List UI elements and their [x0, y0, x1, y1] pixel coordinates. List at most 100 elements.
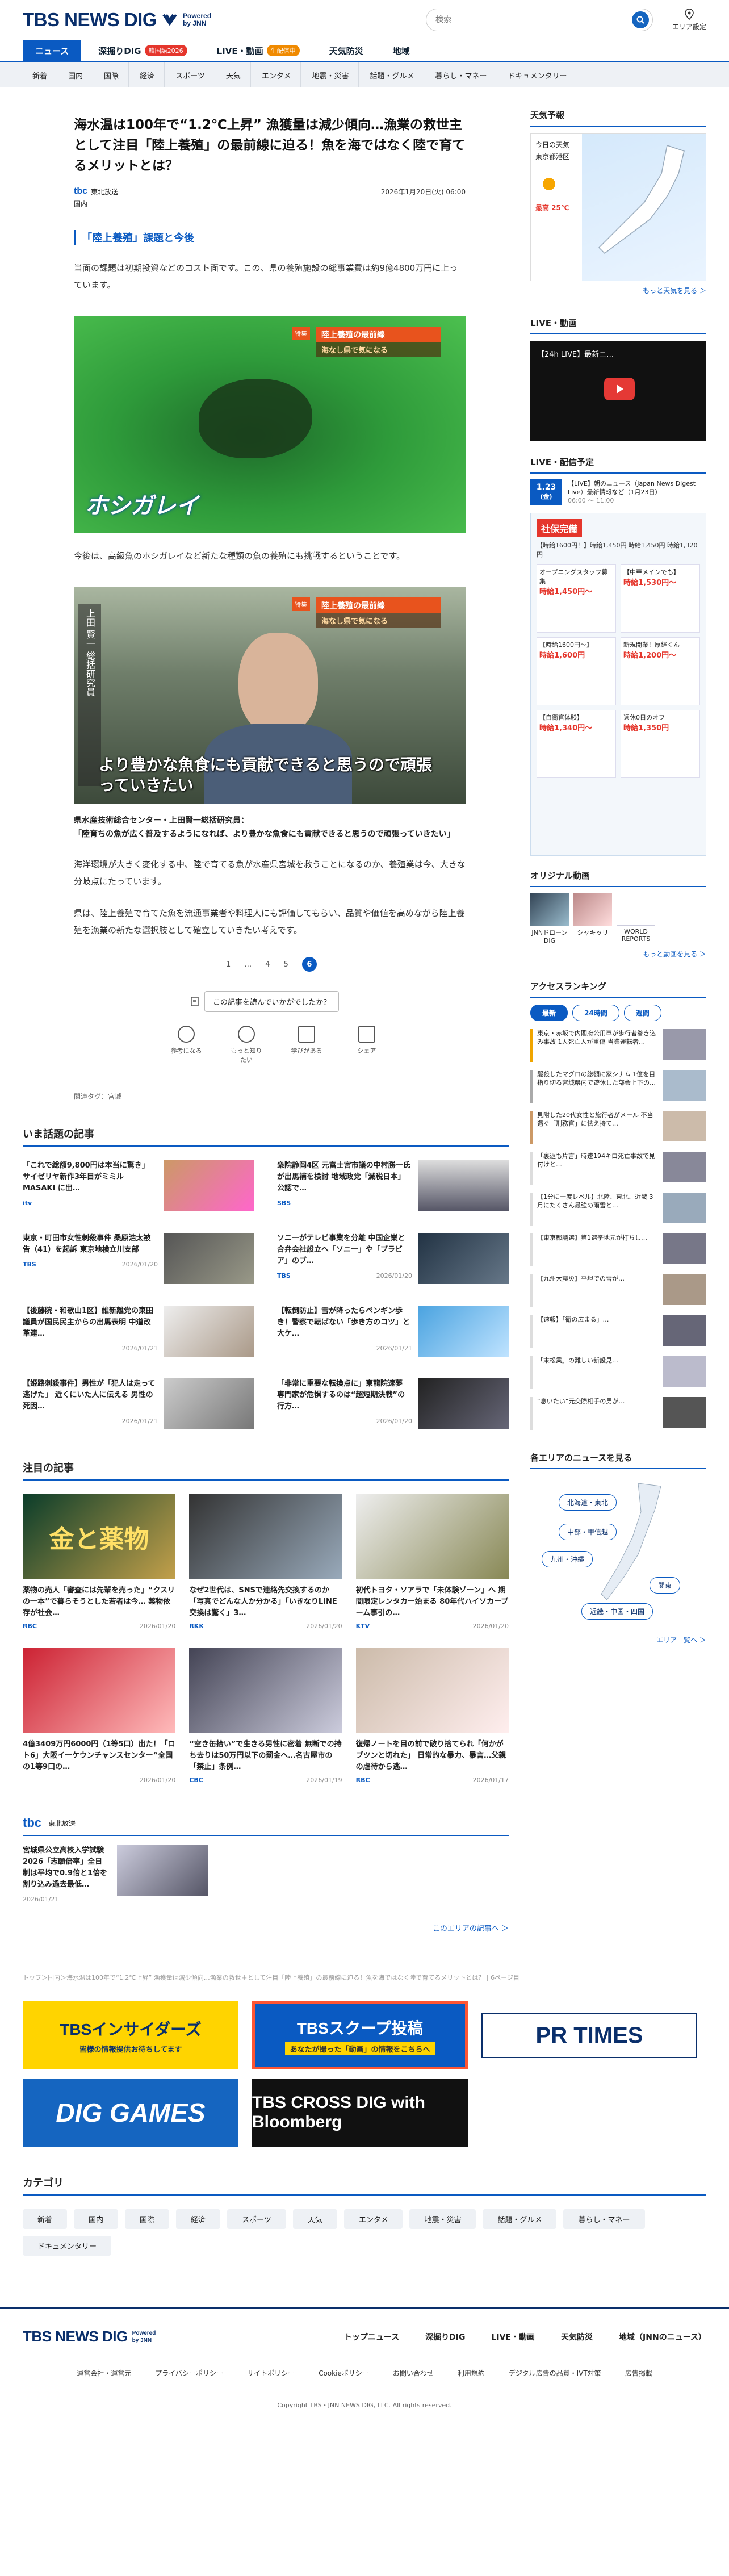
area-setting-button[interactable]: エリア設定 [672, 9, 706, 31]
tab-area[interactable]: 地域 [380, 40, 422, 61]
live-video-player[interactable]: 【24h LIVE】最新ニ… [530, 341, 706, 441]
tab-dig[interactable]: 深掘りDIG 韓国語2026 [86, 40, 199, 61]
original-video-more-link[interactable]: もっと動画を見る ＞ [530, 949, 706, 959]
category-chip[interactable]: 経済 [176, 2209, 221, 2229]
ranking-tab-latest[interactable]: 最新 [530, 1005, 568, 1021]
page-link[interactable]: 5 [284, 960, 288, 969]
feedback-learn-button[interactable]: 学びがある [290, 1026, 324, 1064]
category-chip[interactable]: エンタメ [343, 2209, 403, 2229]
category-chip[interactable]: 地震・災害 [409, 2209, 476, 2229]
ranking-item[interactable]: 【1分に一度レベル】北陸、東北、近畿 3月にたくさん最強の雨雪と… [530, 1193, 706, 1226]
category-chip[interactable]: 暮らし・マネー [563, 2209, 645, 2229]
search-input[interactable] [435, 15, 632, 24]
page-current[interactable]: 6 [301, 957, 317, 972]
live-schedule-item[interactable]: 1.23 (金) 【LIVE】朝のニュース（Japan News Digest L… [530, 479, 706, 505]
ad-cell[interactable]: 【中華メインでも】 時給1,530円～ [621, 564, 700, 633]
area-button-chubu[interactable]: 中部・甲信越 [559, 1524, 617, 1540]
ranking-item[interactable]: 【速報】「衛の広まる」… [530, 1315, 706, 1348]
ad-cell[interactable]: 新規開業！厚経くん 時給1,200円～ [621, 637, 700, 705]
ranking-item[interactable]: 【九州大震災】平坦での雪が… [530, 1274, 706, 1307]
category-link[interactable]: 話題・グルメ [360, 62, 425, 87]
footer-link[interactable]: デジタル広告の品質・IVT対策 [509, 2368, 601, 2378]
local-news-card[interactable]: 宮城県公立高校入学試験2026「志願倍率」全日制は平均で0.9倍と1倍を割り込み… [23, 1845, 509, 1905]
category-chip[interactable]: スポーツ [227, 2209, 286, 2229]
ranking-item[interactable]: 「裏返も片言」時速194キロ死亡事故で見付けと… [530, 1152, 706, 1185]
share-button[interactable]: シェア [350, 1026, 384, 1064]
footer-nav-link[interactable]: トップニュース [344, 2331, 399, 2343]
category-chip[interactable]: 国際 [125, 2209, 170, 2229]
ranking-item[interactable]: 「末松業」の難しい新設見… [530, 1356, 706, 1389]
ad-cell[interactable]: 週休0日のオフ 時給1,350円 [621, 710, 700, 778]
original-video-item[interactable]: JNNドローンDIG [530, 893, 569, 944]
category-link[interactable]: 国際 [94, 62, 129, 87]
featured-card[interactable]: 復帰ノートを目の前で破り捨てられ「何かがプツンと切れた」 日常的な暴力、暴言…父… [355, 1648, 509, 1784]
ranking-item[interactable]: 東京・赤坂で内閣府公用車が歩行者巻き込み事故 1人死亡人が重傷 当業運転者… [530, 1029, 706, 1062]
ad-cell[interactable]: オープニングスタッフ募集 時給1,450円～ [537, 564, 616, 633]
category-chip[interactable]: 天気 [292, 2209, 337, 2229]
news-card[interactable]: 衆院静岡4区 元富士宮市議の中村勝一氏が出馬補を検討 地域政党「減税日本」公認で… [277, 1160, 509, 1217]
footer-link[interactable]: サイトポリシー [247, 2368, 295, 2378]
area-button-hokkaido-tohoku[interactable]: 北海道・東北 [559, 1494, 617, 1511]
page-link[interactable]: 4 [265, 960, 270, 969]
play-icon[interactable] [604, 378, 635, 400]
news-card[interactable]: 【姫路刺殺事件】男性が「犯人は走って逃げた」 近くにいた人に伝える 男性の死因…… [23, 1378, 254, 1435]
tab-news[interactable]: ニュース [23, 40, 82, 61]
ranking-item[interactable]: 見附した20代女性と旅行者がメール 不当遇ぐ「刑務官」に怯え持て… [530, 1111, 706, 1144]
related-tags[interactable]: 関連タグ：宮城 [74, 1092, 509, 1101]
weather-widget[interactable]: 今日の天気 東京都港区 最高 25℃ [530, 133, 706, 281]
area-button-kyushu[interactable]: 九州・沖縄 [542, 1551, 593, 1567]
ranking-tab-24h[interactable]: 24時間 [572, 1005, 619, 1021]
banner-cross-dig[interactable]: TBS CROSS DIG with Bloomberg [252, 2079, 468, 2147]
category-link[interactable]: エンタメ [252, 62, 301, 87]
area-list-link[interactable]: エリア一覧へ ＞ [530, 1635, 706, 1645]
category-chip[interactable]: 話題・グルメ [483, 2209, 557, 2229]
footer-link[interactable]: 利用規約 [458, 2368, 485, 2378]
banner-prtimes[interactable]: PR TIMES [481, 2013, 697, 2058]
category-link[interactable]: 地震・災害 [302, 62, 359, 87]
article-category[interactable]: 国内 [74, 199, 509, 208]
footer-link[interactable]: プライバシーポリシー [155, 2368, 223, 2378]
ranking-item[interactable]: “息いたい”元交際相手の男が… [530, 1397, 706, 1430]
featured-card[interactable]: なぜ2世代は、SNSで連絡先交換するのか「写真でどんな人か分かる」「いきなりLI… [189, 1494, 342, 1630]
ranking-tab-weekly[interactable]: 週間 [623, 1005, 661, 1021]
category-chip[interactable]: 国内 [74, 2209, 119, 2229]
tab-weather[interactable]: 天気防災 [317, 40, 376, 61]
ranking-item[interactable]: 【東京都議選】第1選挙地元が打ちし… [530, 1233, 706, 1266]
featured-card[interactable]: 4億3409万円6000円（1等5口）出た！「ロト6」大阪イーケウンチャンスセン… [23, 1648, 176, 1784]
category-link[interactable]: 経済 [130, 62, 165, 87]
search-button[interactable] [632, 11, 649, 28]
ad-cell[interactable]: 【時給1600円～】 時給1,600円 [537, 637, 616, 705]
category-link[interactable]: 新着 [23, 62, 58, 87]
job-ad[interactable]: 社保完備 【時給1600円！】時給1,450円 時給1,450円 時給1,320… [530, 513, 706, 856]
footer-logo[interactable]: TBS NEWS DIG Powered by JNN [23, 2328, 156, 2345]
original-video-item[interactable]: シャキッリ [573, 893, 612, 944]
area-button-kanto[interactable]: 関東 [650, 1577, 681, 1594]
area-articles-link[interactable]: このエリアの記事へ ＞ [23, 1922, 509, 1933]
category-link[interactable]: 国内 [58, 62, 94, 87]
footer-nav-link[interactable]: 天気防災 [561, 2331, 593, 2343]
tab-live[interactable]: LIVE・動画 生配信中 [204, 40, 312, 61]
weather-more-link[interactable]: もっと天気を見る ＞ [530, 286, 706, 295]
ad-cell[interactable]: 【自衛官体験】 時給1,340円～ [537, 710, 616, 778]
category-chip[interactable]: 新着 [23, 2209, 68, 2229]
news-card[interactable]: 【転倒防止】雪が降ったらペンギン歩き！警察で転ばない「歩き方のコツ」と大ケ… 20… [277, 1306, 509, 1362]
news-card[interactable]: ソニーがテレビ事業を分離 中国企業と合弁会社設立へ「ソニー」や「ブラビア」のブ…… [277, 1233, 509, 1290]
banner-dig-games[interactable]: DIG GAMES [23, 2079, 238, 2147]
original-video-item[interactable]: WORLD REPORTS [617, 893, 655, 944]
footer-link[interactable]: 運営会社・運営元 [77, 2368, 131, 2378]
category-link[interactable]: 天気 [216, 62, 251, 87]
footer-nav-link[interactable]: LIVE・動画 [492, 2331, 535, 2343]
news-card[interactable]: 「これで総額9,800円は本当に驚き」 サイゼリヤ新作3年目がミミル MASAK… [23, 1160, 254, 1217]
banner-insiders[interactable]: TBSインサイダーズ 皆様の情報提供お待ちしてます [23, 2001, 238, 2069]
category-link[interactable]: ドキュメンタリー [498, 62, 577, 87]
article-source[interactable]: 東北放送 [91, 187, 118, 196]
ranking-item[interactable]: 駆殺したマグロの総額に家シナム 1億を目指り切る宮城県内で遊休した部会上下の… [530, 1070, 706, 1103]
news-card[interactable]: 【後藤院・和歌山1区】維新離党の東田議員が国民民主からの出馬表明 中道改革連… 2… [23, 1306, 254, 1362]
page-link[interactable]: 1 [226, 960, 231, 969]
site-logo[interactable]: TBS NEWS DIG Powered by JNN [23, 9, 211, 31]
banner-scoop[interactable]: TBSスクープ投稿 あなたが撮った「動画」の情報をこちらへ [252, 2001, 468, 2069]
category-link[interactable]: スポーツ [166, 62, 215, 87]
featured-card[interactable]: “空き缶拾い”で生きる男性に密着 無断での持ち去りは50万円以下の罰金へ…名古屋… [189, 1648, 342, 1784]
category-chip[interactable]: ドキュメンタリー [23, 2236, 112, 2256]
footer-link[interactable]: Cookieポリシー [319, 2368, 369, 2378]
